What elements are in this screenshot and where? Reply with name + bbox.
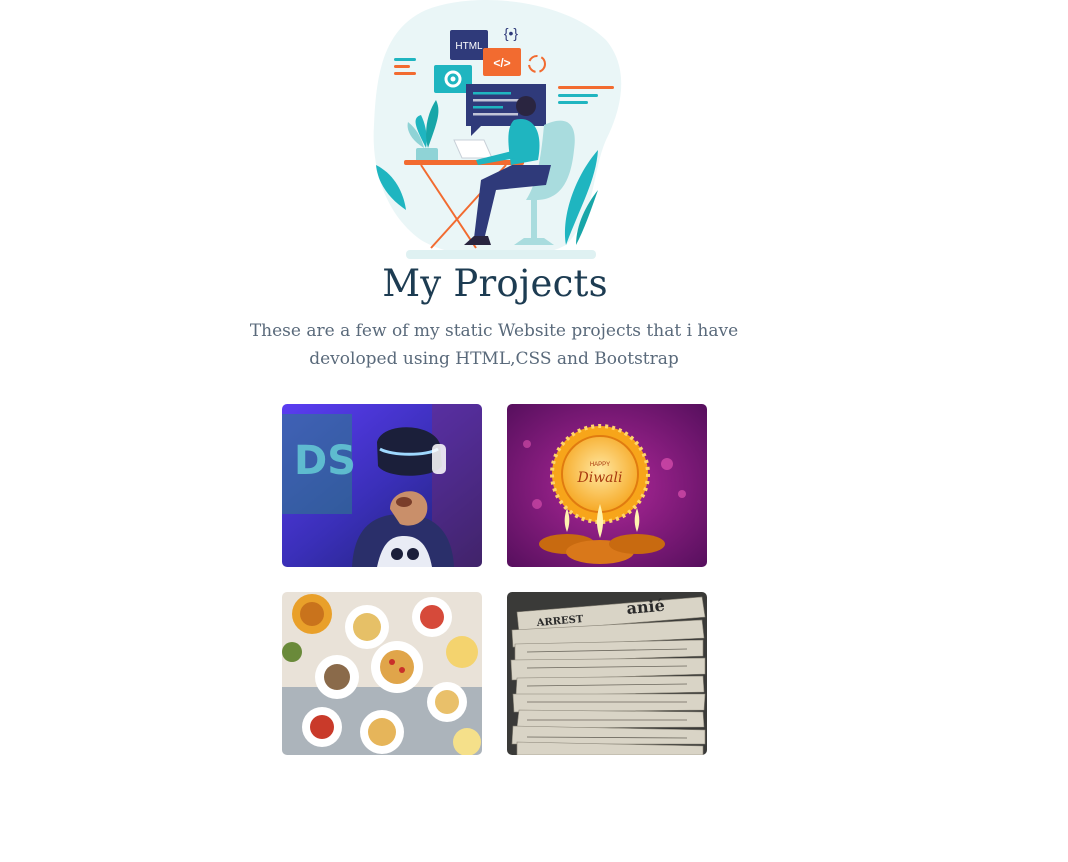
projects-page: HTML </> {•} My Projects These are a few… bbox=[0, 0, 1068, 862]
svg-text:anié: anié bbox=[626, 596, 666, 618]
project-card-diwali[interactable]: HAPPY Diwali bbox=[507, 404, 707, 567]
developer-illustration: HTML </> {•} bbox=[366, 0, 626, 262]
vr-headset-image: DS bbox=[282, 404, 482, 567]
newspapers-image: anié ARREST bbox=[507, 592, 707, 755]
braces-text: {•} bbox=[504, 25, 519, 41]
code-symbol-text: </> bbox=[493, 56, 510, 70]
project-card-vr[interactable]: DS bbox=[282, 404, 482, 567]
page-title: My Projects bbox=[382, 262, 608, 305]
projects-grid: DS HAPPY Diwali anié ARREST bbox=[282, 404, 707, 755]
diwali-happy-text: HAPPY bbox=[590, 462, 610, 468]
food-table-image bbox=[282, 592, 482, 755]
diwali-lamps-image: HAPPY Diwali bbox=[507, 404, 707, 567]
project-card-restaurant[interactable] bbox=[282, 592, 482, 755]
svg-text:DS: DS bbox=[294, 438, 356, 484]
html-badge-text: HTML bbox=[455, 41, 483, 52]
project-card-news[interactable]: anié ARREST bbox=[507, 592, 707, 755]
diwali-script-text: Diwali bbox=[577, 470, 623, 486]
section-description: These are a few of my static Website pro… bbox=[249, 321, 739, 369]
